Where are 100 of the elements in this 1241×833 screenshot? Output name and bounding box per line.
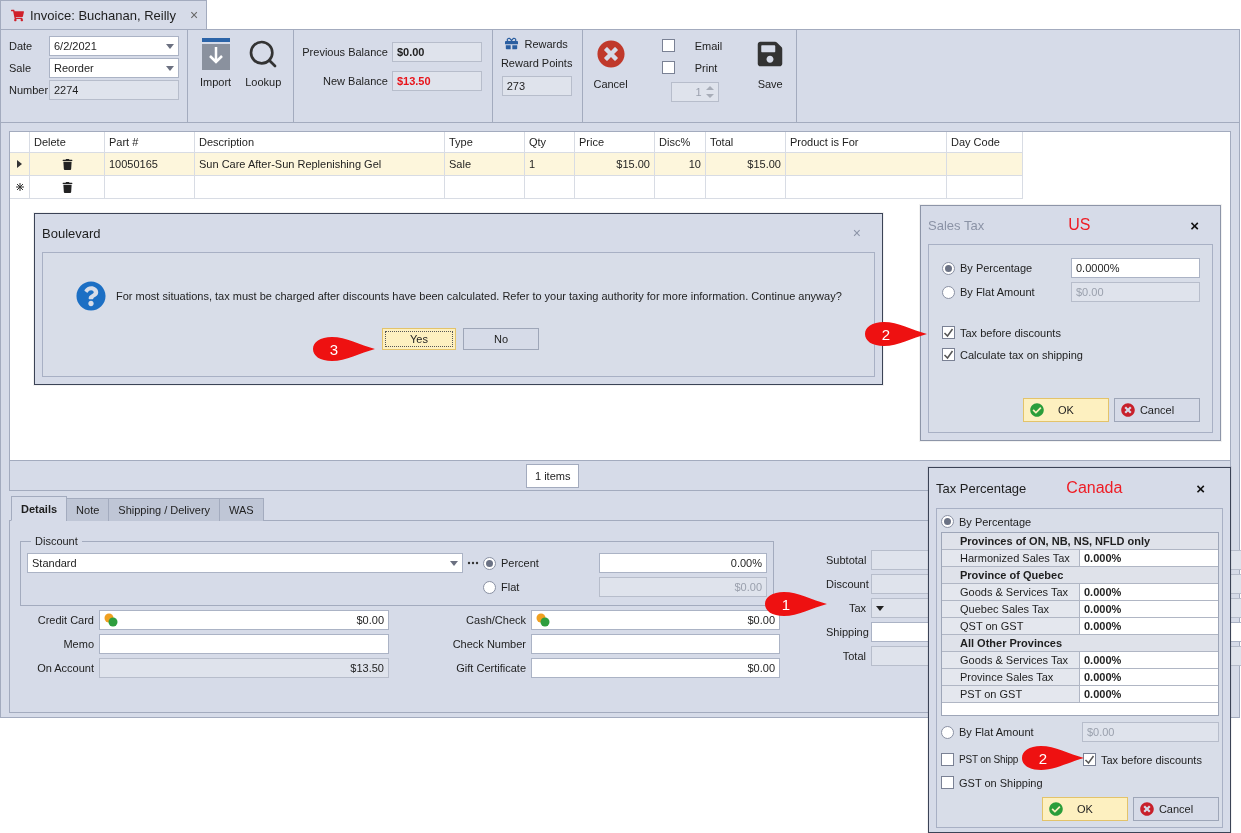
gift-icon	[505, 37, 519, 50]
callout-marker: 2	[1021, 745, 1085, 771]
table-cell: Province Sales Tax	[942, 669, 1080, 685]
document-tab[interactable]: Invoice: Buchanan, Reilly ×	[0, 0, 208, 29]
rate-cell[interactable]: 0.000%	[1080, 686, 1218, 702]
group-heading: Province of Quebec	[942, 567, 1218, 584]
callout-marker: 3	[312, 336, 376, 362]
radio-label: Percent	[501, 557, 539, 569]
column-header[interactable]: Disc%	[659, 136, 691, 148]
trash-icon[interactable]	[61, 181, 73, 193]
import-button[interactable]: Import	[196, 36, 236, 116]
input-field[interactable]	[99, 634, 389, 654]
new-row-icon	[15, 183, 24, 191]
checkbox[interactable]	[661, 39, 675, 52]
no-button[interactable]: No	[463, 328, 539, 350]
cancel-button[interactable]: Cancel	[1114, 398, 1200, 422]
radio-label: Flat	[501, 581, 520, 593]
cancel-button[interactable]: Cancel	[1133, 797, 1219, 821]
group-title: Discount	[34, 535, 79, 547]
reward-points-field: 273	[501, 76, 572, 96]
table-cell: $15.00	[747, 158, 781, 170]
column-header[interactable]: Delete	[34, 136, 66, 148]
close-button[interactable]: ×	[1196, 479, 1205, 497]
field-label: Subtotal	[826, 554, 866, 566]
column-header[interactable]: Qty	[529, 136, 547, 148]
radio-button[interactable]	[483, 580, 496, 594]
column-header[interactable]: Part #	[109, 136, 139, 148]
ok-button[interactable]: OK	[1023, 398, 1109, 422]
checkbox[interactable]	[661, 61, 675, 74]
checkbox[interactable]	[941, 776, 954, 789]
dropdown-arrow-icon	[166, 43, 174, 49]
number-field[interactable]: 2274	[49, 80, 179, 100]
new-balance-label: New Balance	[322, 75, 388, 87]
date-field[interactable]: 6/2/2021	[49, 36, 179, 56]
callout-marker: 2	[864, 321, 928, 347]
column-header[interactable]: Product is For	[790, 136, 859, 148]
callout-marker: 1	[764, 591, 828, 617]
radio-button[interactable]	[483, 556, 496, 570]
discount-dropdown[interactable]: Standard	[27, 553, 463, 573]
column-header[interactable]: Total	[710, 136, 734, 148]
close-button[interactable]: ×	[190, 7, 199, 23]
field-label: Tax	[847, 602, 866, 614]
table-row[interactable]: 10050165 Sun Care After-Sun Replenishing Gel Sale 1 $15.00 10 $15.00	[10, 153, 1023, 176]
checkbox-label: PST on Shipp	[959, 754, 1019, 765]
checkbox[interactable]	[942, 348, 955, 361]
rewards-button[interactable]: Rewards	[505, 37, 568, 50]
coins-icon	[536, 613, 550, 627]
input-field[interactable]: $0.00	[531, 658, 780, 678]
radio-button[interactable]	[942, 285, 955, 299]
tab[interactable]: Details	[11, 496, 68, 521]
tab[interactable]: Note	[66, 498, 110, 521]
checkbox[interactable]	[942, 326, 955, 339]
cancel-button[interactable]: Cancel	[589, 38, 632, 116]
radio-button[interactable]	[942, 261, 955, 275]
table-cell: PST on GST	[942, 686, 1080, 702]
radio-label: By Percentage	[959, 515, 1032, 528]
lookup-button[interactable]: Lookup	[241, 36, 286, 116]
column-header[interactable]: Price	[579, 136, 605, 148]
rate-cell[interactable]: 0.000%	[1080, 550, 1218, 566]
rate-cell[interactable]: 0.000%	[1080, 652, 1218, 668]
input-field[interactable]	[531, 634, 780, 654]
table-cell: 10050165	[109, 158, 158, 170]
check-icon	[1030, 403, 1044, 417]
radio-button[interactable]	[941, 725, 954, 739]
trash-icon[interactable]	[61, 158, 73, 170]
table-cell: $15.00	[616, 158, 650, 170]
column-header[interactable]: Day Code	[951, 136, 1000, 148]
tax-value-field[interactable]: 0.0000%	[1071, 258, 1200, 278]
yes-button[interactable]: Yes	[382, 328, 456, 350]
tab[interactable]: Shipping / Delivery	[108, 498, 221, 521]
checkbox[interactable]	[941, 753, 954, 766]
rate-cell[interactable]: 0.000%	[1080, 584, 1218, 600]
amount-field[interactable]: $0.00	[99, 610, 389, 630]
ok-button[interactable]: OK	[1042, 797, 1128, 821]
cancel-icon	[596, 40, 625, 68]
radio-button[interactable]	[941, 515, 954, 528]
close-button[interactable]: ×	[1190, 216, 1199, 234]
region-label: Canada	[1066, 479, 1123, 497]
radio-label: By Flat Amount	[959, 726, 1034, 738]
rate-cell[interactable]: 0.000%	[1080, 669, 1218, 685]
save-button[interactable]: Save	[752, 38, 789, 116]
dropdown-arrow-icon	[450, 560, 458, 566]
tab[interactable]: WAS	[219, 498, 264, 521]
more-icon[interactable]	[467, 561, 479, 565]
rate-cell[interactable]: 0.000%	[1080, 618, 1218, 634]
sale-dropdown[interactable]: Reorder	[49, 58, 179, 78]
dropdown-arrow-icon	[166, 65, 174, 71]
amount-field[interactable]: $0.00	[531, 610, 780, 630]
dialog-title: Tax Percentage	[936, 480, 1027, 496]
checkbox[interactable]	[1083, 753, 1096, 766]
column-header[interactable]: Description	[199, 136, 255, 148]
tab-title: Invoice: Buchanan, Reilly	[30, 7, 176, 23]
rate-cell[interactable]: 0.000%	[1080, 601, 1218, 617]
column-header[interactable]: Type	[449, 136, 473, 148]
discount-value-field[interactable]: 0.00%	[599, 553, 767, 573]
radio-label: By Flat Amount	[960, 286, 1035, 298]
field-label: Cash/Check	[465, 614, 526, 626]
new-balance-field: $13.50	[391, 71, 482, 91]
previous-balance-label: Previous Balance	[302, 46, 388, 58]
field-label: Check Number	[451, 638, 526, 650]
